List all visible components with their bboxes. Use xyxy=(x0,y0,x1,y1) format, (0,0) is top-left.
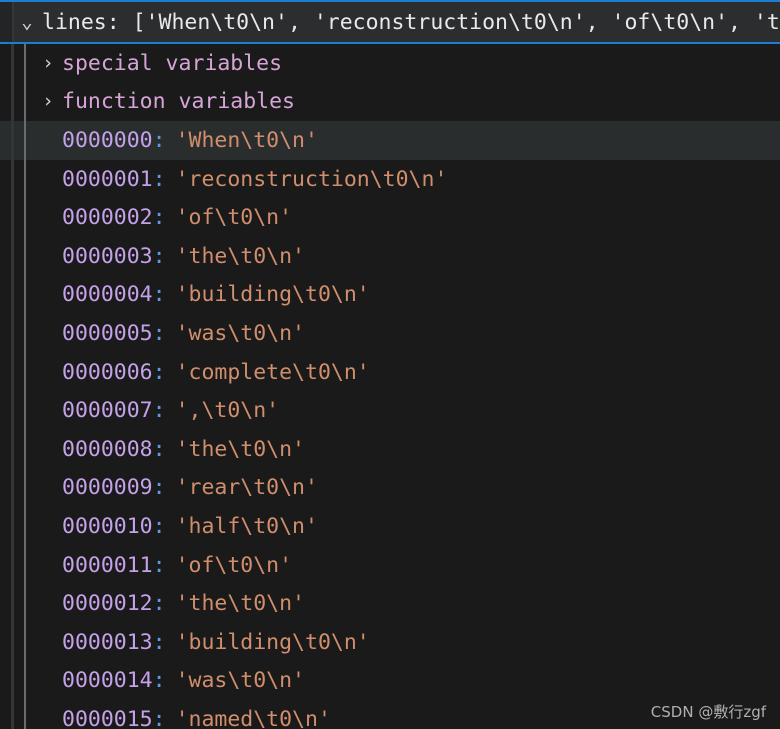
array-value: 'complete\t0\n' xyxy=(175,359,370,385)
array-value: 'of\t0\n' xyxy=(175,552,293,578)
array-value: 'was\t0\n' xyxy=(175,668,306,694)
index-value-separator: : xyxy=(152,359,166,385)
variable-item-row[interactable]: 0000002: 'of\t0\n' xyxy=(0,198,780,237)
variable-item-row[interactable]: 0000013: 'building\t0\n' xyxy=(0,623,780,662)
array-index: 0000014 xyxy=(62,668,153,694)
variable-item-row[interactable]: 0000009: 'rear\t0\n' xyxy=(0,469,780,508)
index-value-separator: : xyxy=(152,243,166,269)
array-value: 'When\t0\n' xyxy=(175,127,318,153)
index-value-separator: : xyxy=(152,706,166,729)
variable-item-row[interactable]: 0000000: 'When\t0\n' xyxy=(0,121,780,160)
array-index: 0000001 xyxy=(62,166,153,192)
array-index: 0000008 xyxy=(62,436,153,462)
array-index: 0000007 xyxy=(62,398,153,424)
variable-group-label: special variables xyxy=(62,50,283,76)
variable-item-row[interactable]: 0000010: 'half\t0\n' xyxy=(0,507,780,546)
array-index: 0000009 xyxy=(62,475,153,501)
index-value-separator: : xyxy=(152,398,166,424)
variable-group-row[interactable]: › function variables xyxy=(0,83,780,122)
index-value-separator: : xyxy=(152,436,166,462)
index-value-separator: : xyxy=(152,591,166,617)
array-value: 'was\t0\n' xyxy=(175,320,306,346)
variable-group-label: function variables xyxy=(62,89,295,115)
variable-item-row[interactable]: 0000004: 'building\t0\n' xyxy=(0,276,780,315)
index-value-separator: : xyxy=(152,320,166,346)
chevron-right-icon[interactable]: › xyxy=(36,92,60,111)
index-value-separator: : xyxy=(152,282,166,308)
variable-item-row[interactable]: 0000001: 'reconstruction\t0\n' xyxy=(0,160,780,199)
array-value: ',\t0\n' xyxy=(175,398,280,424)
variable-root-row[interactable]: ⌄ lines: ['When\t0\n', 'reconstruction\t… xyxy=(0,0,780,44)
array-index: 0000010 xyxy=(62,513,153,539)
index-value-separator: : xyxy=(152,513,166,539)
variable-item-row[interactable]: 0000008: 'the\t0\n' xyxy=(0,430,780,469)
array-index: 0000002 xyxy=(62,205,153,231)
array-index: 0000006 xyxy=(62,359,153,385)
array-value: 'reconstruction\t0\n' xyxy=(175,166,448,192)
chevron-down-icon[interactable]: ⌄ xyxy=(14,12,40,32)
chevron-right-icon[interactable]: › xyxy=(36,53,60,73)
variables-panel: ⌄ lines: ['When\t0\n', 'reconstruction\t… xyxy=(0,0,780,729)
variable-item-row[interactable]: 0000007: ',\t0\n' xyxy=(0,391,780,430)
variables-list[interactable]: › special variables › function variables 000… xyxy=(0,44,780,729)
array-index: 0000003 xyxy=(62,243,153,269)
index-value-separator: : xyxy=(152,668,166,694)
variable-item-row[interactable]: 0000003: 'the\t0\n' xyxy=(0,237,780,276)
array-index: 0000004 xyxy=(62,282,153,308)
variable-item-row[interactable]: 0000014: 'was\t0\n' xyxy=(0,662,780,701)
variable-item-row[interactable]: 0000011: 'of\t0\n' xyxy=(0,546,780,585)
array-value: 'half\t0\n' xyxy=(175,513,318,539)
index-value-separator: : xyxy=(152,205,166,231)
array-value: 'named\t0\n' xyxy=(175,706,331,729)
array-index: 0000015 xyxy=(62,706,153,729)
index-value-separator: : xyxy=(152,166,166,192)
variable-item-row[interactable]: 0000005: 'was\t0\n' xyxy=(0,314,780,353)
variable-group-row[interactable]: › special variables xyxy=(0,44,780,83)
array-value: 'building\t0\n' xyxy=(175,282,370,308)
index-value-separator: : xyxy=(152,629,166,655)
array-value: 'the\t0\n' xyxy=(175,591,306,617)
array-index: 0000005 xyxy=(62,320,153,346)
index-value-separator: : xyxy=(152,475,166,501)
array-value: 'building\t0\n' xyxy=(175,629,370,655)
watermark: CSDN @敷行zgf xyxy=(650,703,766,721)
variable-root-label: lines: ['When\t0\n', 'reconstruction\t0\… xyxy=(42,9,780,35)
array-index: 0000013 xyxy=(62,629,153,655)
array-value: 'the\t0\n' xyxy=(175,243,306,269)
array-value: 'of\t0\n' xyxy=(175,205,293,231)
root-gutter xyxy=(0,2,12,42)
array-index: 0000000 xyxy=(62,127,153,153)
variable-item-row[interactable]: 0000012: 'the\t0\n' xyxy=(0,584,780,623)
array-index: 0000011 xyxy=(62,552,153,578)
index-value-separator: : xyxy=(152,552,166,578)
index-value-separator: : xyxy=(152,127,166,153)
array-value: 'rear\t0\n' xyxy=(175,475,318,501)
array-value: 'the\t0\n' xyxy=(175,436,306,462)
variable-item-row[interactable]: 0000006: 'complete\t0\n' xyxy=(0,353,780,392)
array-index: 0000012 xyxy=(62,591,153,617)
